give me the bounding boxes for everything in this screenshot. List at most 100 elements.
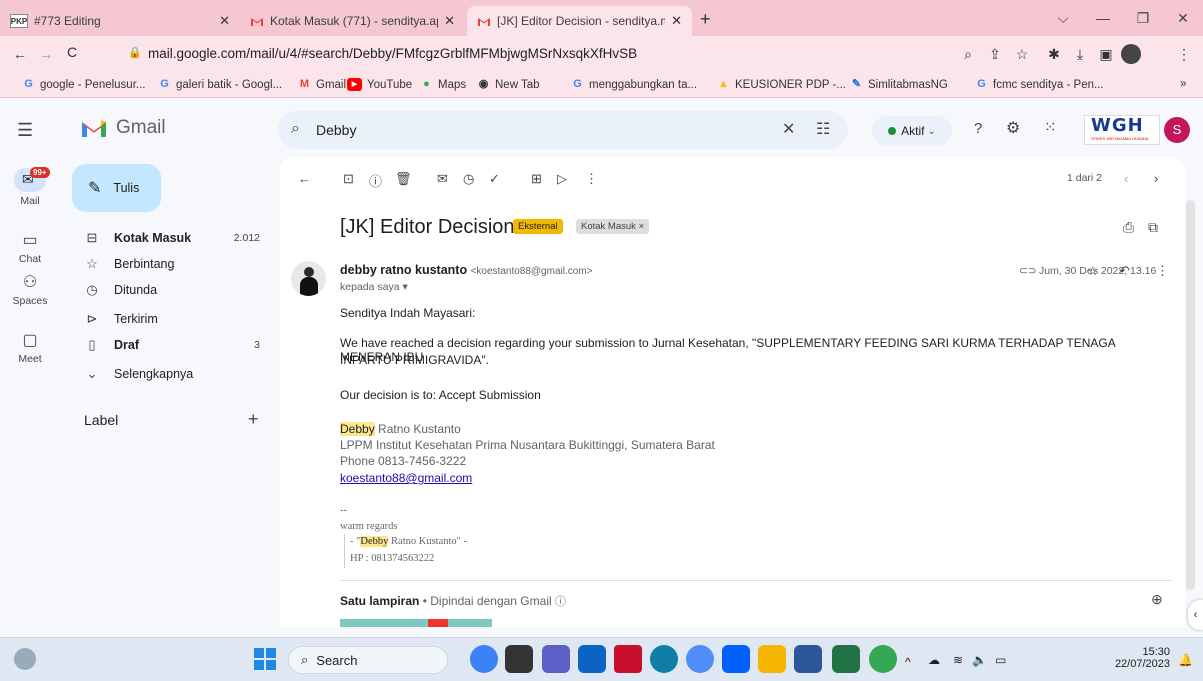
battery-icon[interactable]: ▭ <box>995 653 1006 667</box>
reload-icon[interactable]: C <box>60 40 84 64</box>
search-input[interactable]: Debby <box>316 122 356 138</box>
task-view-icon[interactable] <box>505 645 533 673</box>
bookmarks-overflow[interactable]: » <box>1180 78 1186 90</box>
open-new-window-icon[interactable]: ⧉ <box>1148 219 1158 236</box>
new-tab-plus-icon[interactable]: + <box>700 9 711 30</box>
store-icon[interactable] <box>686 645 714 673</box>
star-icon[interactable]: ☆ <box>1087 263 1099 279</box>
bookmark-keusioner[interactable]: ▲ KEUSIONER PDP -... <box>717 78 846 91</box>
bookmark-menggabungkan[interactable]: Gmenggabungkan ta... <box>571 78 697 91</box>
chrome-taskbar-icon[interactable] <box>869 645 897 673</box>
rail-chat[interactable]: ▭ Chat <box>0 230 60 265</box>
dropbox-icon[interactable] <box>722 645 750 673</box>
tab-close-icon[interactable]: ✕ <box>219 13 230 29</box>
nav-drafts[interactable]: ▯ Draf 3 <box>72 332 272 358</box>
rail-meet[interactable]: ▢ Meet <box>0 330 60 365</box>
back-arrow-icon[interactable]: ← <box>8 42 32 66</box>
file-explorer-icon[interactable] <box>758 645 786 673</box>
side-panel-toggle-icon[interactable]: ‹ <box>1188 600 1203 630</box>
back-to-search-icon[interactable]: ← <box>298 171 311 186</box>
teams-icon[interactable] <box>542 645 570 673</box>
recipient-line[interactable]: kepada saya ▾ <box>340 281 408 293</box>
clear-search-icon[interactable]: ✕ <box>782 119 795 139</box>
bookmark-star-icon[interactable]: ☆ <box>1010 42 1034 66</box>
main-menu-icon[interactable]: ☰ <box>17 120 33 141</box>
extensions-icon[interactable]: ✱ <box>1042 42 1066 66</box>
tab-editor-decision[interactable]: [JK] Editor Decision - senditya.m ✕ <box>467 6 692 36</box>
mail-app-icon[interactable] <box>578 645 606 673</box>
rail-mail-label[interactable]: Mail <box>0 195 60 207</box>
tab-close-icon[interactable]: ✕ <box>444 13 455 29</box>
more-options-icon[interactable]: ⋮ <box>585 171 598 187</box>
account-avatar[interactable]: S <box>1164 117 1190 143</box>
nav-starred[interactable]: ☆ Berbintang <box>72 251 272 277</box>
word-icon[interactable] <box>794 645 822 673</box>
nav-snoozed[interactable]: ◷ Ditunda <box>72 277 272 303</box>
tab-close-icon[interactable]: ✕ <box>671 13 682 29</box>
apps-grid-icon[interactable]: ⁙ <box>1044 118 1057 136</box>
sidepanel-icon[interactable]: ▣ <box>1094 42 1118 66</box>
status-button[interactable]: Aktif ⌄ <box>872 116 952 146</box>
add-task-icon[interactable]: ✓ <box>489 171 500 187</box>
move-to-icon[interactable]: ⊞ <box>531 171 542 187</box>
gmail-logo[interactable]: Gmail <box>80 117 166 139</box>
nav-sent[interactable]: ⊳ Terkirim <box>72 306 272 332</box>
profile-avatar[interactable] <box>1121 44 1141 64</box>
bookmark-google-penelusur[interactable]: Ggoogle - Penelusur... <box>22 78 145 91</box>
wps-icon[interactable] <box>614 645 642 673</box>
download-icon[interactable]: ⤓ <box>1068 42 1092 66</box>
minimize-icon[interactable]: — <box>1083 6 1123 30</box>
print-icon[interactable]: ⎙ <box>1123 219 1134 236</box>
older-icon[interactable]: › <box>1154 171 1158 186</box>
zoom-icon[interactable]: ⌕ <box>956 42 980 66</box>
compose-button[interactable]: ✎ Tulis <box>72 164 161 212</box>
delete-icon[interactable]: 🗑 <box>395 171 412 187</box>
weather-icon[interactable] <box>14 648 36 670</box>
archive-icon[interactable]: ⊡ <box>343 171 354 187</box>
cloud-icon[interactable]: ☁ <box>928 653 940 667</box>
bookmark-galeri-batik[interactable]: Ggaleri batik - Googl... <box>158 78 282 91</box>
sender-name[interactable]: debby ratno kustanto <box>340 263 467 277</box>
bookmark-gmail[interactable]: M Gmail <box>298 78 346 91</box>
chrome-menu-icon[interactable]: ⋮ <box>1172 42 1196 66</box>
mark-unread-icon[interactable]: ✉ <box>437 171 448 187</box>
wifi-icon[interactable]: ≋ <box>953 653 963 667</box>
search-options-icon[interactable]: ☷ <box>816 119 830 139</box>
url-text[interactable]: mail.google.com/mail/u/4/#search/Debby/F… <box>148 46 637 61</box>
notification-icon[interactable]: 🔔 <box>1178 653 1193 667</box>
bookmark-youtube[interactable]: ▶ YouTube <box>347 78 412 91</box>
inbox-tag[interactable]: Kotak Masuk × <box>576 219 650 234</box>
edge-icon[interactable] <box>650 645 678 673</box>
restore-icon[interactable]: ❐ <box>1123 6 1163 30</box>
attachment-thumbnail[interactable] <box>340 619 492 627</box>
newer-icon[interactable]: ‹ <box>1124 171 1128 186</box>
copilot-icon[interactable] <box>470 645 498 673</box>
settings-gear-icon[interactable]: ⚙ <box>1006 118 1020 138</box>
tab-search-chevron-icon[interactable]: ⌵ <box>1043 6 1083 30</box>
volume-icon[interactable]: 🔈 <box>972 653 987 667</box>
scrollbar[interactable] <box>1186 200 1195 590</box>
info-icon[interactable]: ⓘ <box>555 596 566 608</box>
add-label-icon[interactable]: + <box>248 409 259 430</box>
signature-email-link[interactable]: koestanto88@gmail.com <box>340 471 472 485</box>
tab-kotak-masuk[interactable]: Kotak Masuk (771) - senditya.ap ✕ <box>240 6 465 36</box>
tab-pkp-editing[interactable]: PKP #773 Editing ✕ <box>0 6 240 36</box>
bookmark-maps[interactable]: ● Maps <box>420 78 466 91</box>
sender-avatar[interactable] <box>291 261 326 296</box>
nav-more[interactable]: ⌄ Selengkapnya <box>72 361 272 387</box>
snooze-icon[interactable]: ◷ <box>463 171 474 187</box>
label-icon[interactable]: ▷ <box>557 171 567 187</box>
share-icon[interactable]: ⇪ <box>983 42 1007 66</box>
forward-arrow-icon[interactable]: → <box>34 42 58 66</box>
add-to-drive-icon[interactable]: ⊕ <box>1151 591 1163 608</box>
nav-inbox[interactable]: ⊟ Kotak Masuk 2.012 <box>72 225 272 251</box>
help-icon[interactable]: ? <box>974 120 982 137</box>
taskbar-search[interactable]: ⌕ Search <box>288 646 448 674</box>
search-bar[interactable] <box>278 111 848 149</box>
rail-spaces[interactable]: ⚇ Spaces <box>0 272 60 307</box>
taskbar-clock[interactable]: 15:30 22/07/2023 <box>1110 646 1170 670</box>
tray-overflow-icon[interactable]: ^ <box>905 655 911 669</box>
report-spam-icon[interactable]: ⓘ <box>369 171 382 190</box>
bookmark-fcmc[interactable]: Gfcmc senditya - Pen... <box>975 78 1103 91</box>
windows-start-icon[interactable] <box>254 648 276 670</box>
